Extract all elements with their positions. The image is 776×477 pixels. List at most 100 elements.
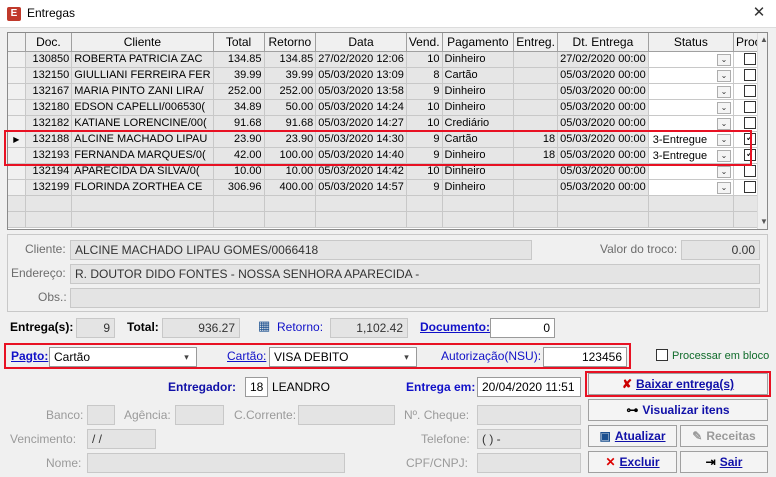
cell-doc[interactable]: 132199 [25, 179, 73, 196]
cell-entreg[interactable] [513, 99, 559, 116]
cell-dt-entrega[interactable]: 05/03/2020 00:00 [557, 83, 649, 100]
table-row[interactable]: 130850 ROBERTA PATRICIA ZAC 134.85 134.85 27… [8, 51, 767, 68]
row-indicator[interactable] [8, 83, 26, 100]
chevron-down-icon[interactable]: ⌄ [716, 165, 731, 178]
close-button[interactable]: ✕ [748, 3, 770, 23]
chevron-down-icon[interactable]: ⌄ [716, 69, 731, 82]
atualizar-button[interactable]: ▣ Atualizar [588, 425, 677, 447]
documento-label[interactable]: Documento: [420, 320, 490, 334]
cell-entreg[interactable] [513, 115, 559, 132]
cell-total[interactable]: 91.68 [213, 115, 265, 132]
col-header-retorno[interactable]: Retorno [264, 33, 317, 52]
col-header-pagamento[interactable]: Pagamento [442, 33, 515, 52]
scroll-down-arrow-icon[interactable]: ▼ [758, 215, 767, 229]
cell-retorno[interactable]: 252.00 [264, 83, 317, 100]
proc-checkbox[interactable] [743, 181, 756, 194]
cell-status[interactable]: ⌄ [648, 83, 734, 100]
row-indicator[interactable] [8, 115, 26, 132]
cell-pagamento[interactable]: Crediário [442, 115, 515, 132]
row-indicator[interactable] [8, 67, 26, 84]
processar-bloco-checkbox[interactable] [656, 349, 668, 361]
cell-dt-entrega[interactable]: 05/03/2020 00:00 [557, 67, 649, 84]
entrega-em-input[interactable]: 20/04/2020 11:51 [477, 377, 581, 397]
cell-dt-entrega[interactable]: 27/02/2020 00:00 [557, 51, 649, 68]
cell-pagamento[interactable]: Dinheiro [442, 99, 515, 116]
table-row[interactable]: 132167 MARIA PINTO ZANI LIRA/252.00 252.00… [8, 83, 767, 100]
entregador-code-input[interactable]: 18 [245, 377, 268, 397]
col-header-status[interactable]: Status [648, 33, 734, 52]
chevron-down-icon[interactable]: ⌄ [716, 117, 731, 130]
col-header-data[interactable]: Data [315, 33, 407, 52]
row-indicator[interactable] [8, 179, 26, 196]
cell-vend[interactable]: 10 [406, 115, 443, 132]
col-header-cliente[interactable]: Cliente [71, 33, 214, 52]
cell-vend[interactable]: 10 [406, 99, 443, 116]
cartao-select[interactable]: VISA DEBITO ▾ [269, 347, 417, 367]
cell-retorno[interactable]: 91.68 [264, 115, 317, 132]
chevron-down-icon[interactable]: ⌄ [716, 181, 731, 194]
cell-retorno[interactable]: 50.00 [264, 99, 317, 116]
cell-doc[interactable]: 132167 [25, 83, 73, 100]
cell-cliente[interactable]: GIULLIANI FERREIRA FER [71, 67, 214, 84]
cell-retorno[interactable]: 400.00 [264, 179, 317, 196]
row-indicator[interactable] [8, 51, 26, 68]
excluir-button[interactable]: ✕ Excluir [588, 451, 677, 473]
retorno-label[interactable]: Retorno: [277, 320, 323, 334]
receitas-button[interactable]: ✎ Receitas [680, 425, 768, 447]
cell-dt-entrega[interactable]: 05/03/2020 00:00 [557, 179, 649, 196]
autorizacao-input[interactable]: 123456 [543, 347, 627, 367]
cell-data[interactable]: 05/03/2020 14:24 [315, 99, 407, 116]
cell-retorno[interactable]: 134.85 [264, 51, 317, 68]
cell-cliente[interactable]: FLORINDA ZORTHEA CE [71, 179, 214, 196]
table-row[interactable]: 132199 FLORINDA ZORTHEA CE 306.96 400.00 05/… [8, 179, 767, 196]
cell-cliente[interactable]: KATIANE LORENCINE/00( [71, 115, 214, 132]
visualizar-itens-button[interactable]: ⊶ Visualizar itens [588, 399, 768, 421]
cell-status[interactable]: ⌄ [648, 51, 734, 68]
cell-entreg[interactable] [513, 179, 559, 196]
cell-cliente[interactable]: MARIA PINTO ZANI LIRA/ [71, 83, 214, 100]
pagto-label[interactable]: Pagto: [11, 349, 48, 363]
cell-total[interactable]: 34.89 [213, 99, 265, 116]
cell-cliente[interactable]: ROBERTA PATRICIA ZAC [71, 51, 214, 68]
cell-total[interactable]: 252.00 [213, 83, 265, 100]
cell-status[interactable]: ⌄ [648, 99, 734, 116]
table-row[interactable]: 132180 EDSON CAPELLI/006530(34.89 50.00 05/… [8, 99, 767, 116]
chevron-down-icon[interactable]: ⌄ [716, 53, 731, 66]
chevron-down-icon[interactable]: ⌄ [716, 101, 731, 114]
cell-pagamento[interactable]: Dinheiro [442, 179, 515, 196]
cell-data[interactable]: 05/03/2020 14:57 [315, 179, 407, 196]
pagto-select[interactable]: Cartão ▾ [49, 347, 197, 367]
cell-doc[interactable]: 132182 [25, 115, 73, 132]
proc-checkbox[interactable] [743, 53, 756, 66]
table-row[interactable]: 132182 KATIANE LORENCINE/00(91.68 91.68 05/… [8, 115, 767, 132]
cell-doc[interactable]: 130850 [25, 51, 73, 68]
cell-pagamento[interactable]: Dinheiro [442, 51, 515, 68]
col-header-total[interactable]: Total [213, 33, 265, 52]
cartao-label[interactable]: Cartão: [227, 349, 266, 363]
cell-data[interactable]: 27/02/2020 12:06 [315, 51, 407, 68]
cell-dt-entrega[interactable]: 05/03/2020 00:00 [557, 115, 649, 132]
chevron-down-icon[interactable]: ⌄ [716, 85, 731, 98]
cell-dt-entrega[interactable]: 05/03/2020 00:00 [557, 99, 649, 116]
col-header-doc[interactable]: Doc. [25, 33, 73, 52]
table-row[interactable]: 132150 GIULLIANI FERREIRA FER 39.99 39.99 05… [8, 67, 767, 84]
cell-entreg[interactable] [513, 67, 559, 84]
cell-vend[interactable]: 8 [406, 67, 443, 84]
proc-checkbox[interactable] [743, 85, 756, 98]
col-header-entreg[interactable]: Entreg. [513, 33, 559, 52]
proc-checkbox[interactable] [743, 117, 756, 130]
cell-vend[interactable]: 9 [406, 179, 443, 196]
cell-status[interactable]: ⌄ [648, 67, 734, 84]
cell-pagamento[interactable]: Cartão [442, 67, 515, 84]
sair-button[interactable]: ⇥ Sair [680, 451, 768, 473]
proc-checkbox[interactable] [743, 69, 756, 82]
baixar-entregas-button[interactable]: ✘ Baixar entrega(s) [588, 373, 768, 395]
cell-retorno[interactable]: 39.99 [264, 67, 317, 84]
proc-checkbox[interactable] [743, 101, 756, 114]
cell-data[interactable]: 05/03/2020 13:09 [315, 67, 407, 84]
cell-entreg[interactable] [513, 51, 559, 68]
cell-doc[interactable]: 132150 [25, 67, 73, 84]
grid-vertical-scrollbar[interactable]: ▲ ▼ [757, 33, 767, 229]
row-indicator[interactable] [8, 99, 26, 116]
cell-data[interactable]: 05/03/2020 14:27 [315, 115, 407, 132]
